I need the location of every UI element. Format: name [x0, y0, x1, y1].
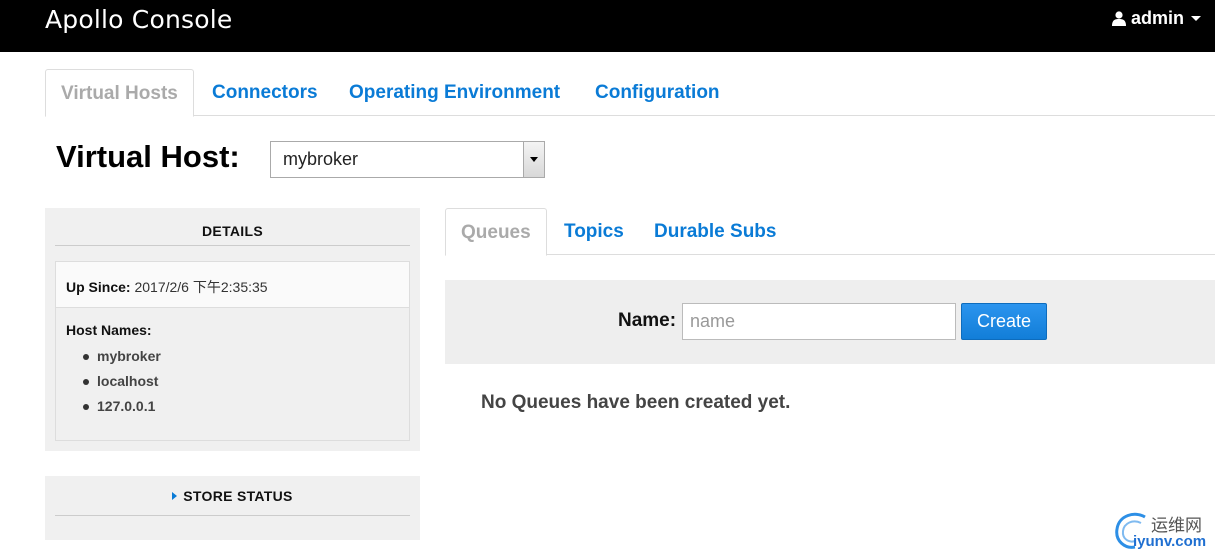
tab-operating-environment[interactable]: Operating Environment: [349, 69, 560, 116]
sub-tabs: Queues Topics Durable Subs: [445, 208, 1215, 256]
virtual-host-label: Virtual Host:: [56, 139, 240, 174]
host-name-item: localhost: [82, 369, 399, 394]
user-name: admin: [1130, 8, 1184, 28]
name-label: Name:: [618, 310, 677, 331]
tab-configuration[interactable]: Configuration: [595, 69, 720, 116]
details-box: Up Since: 2017/2/6 下午2:35:35 Host Names:…: [55, 261, 410, 441]
host-name-item: mybroker: [82, 344, 399, 369]
dropdown-arrow-icon[interactable]: [523, 142, 544, 177]
host-names: Host Names: mybroker localhost 127.0.0.1: [56, 308, 409, 433]
details-title: DETAILS: [55, 208, 410, 246]
virtual-host-selected: mybroker: [283, 149, 359, 169]
top-navbar: Apollo Console admin: [0, 0, 1215, 52]
up-since-row: Up Since: 2017/2/6 下午2:35:35: [56, 262, 409, 308]
details-panel: DETAILS Up Since: 2017/2/6 下午2:35:35 Hos…: [45, 208, 420, 451]
up-since-value: 2017/2/6 下午2:35:35: [134, 279, 268, 295]
store-status-title: STORE STATUS: [183, 487, 293, 504]
host-names-label: Host Names:: [66, 322, 152, 338]
main-tabs: Virtual Hosts Connectors Operating Envir…: [45, 69, 1215, 117]
host-names-list: mybroker localhost 127.0.0.1: [66, 344, 399, 419]
app-brand[interactable]: Apollo Console: [45, 5, 232, 34]
up-since-label: Up Since:: [66, 279, 131, 295]
tab-topics[interactable]: Topics: [564, 208, 624, 255]
tab-queues[interactable]: Queues: [445, 208, 547, 256]
store-status-panel: STORE STATUS: [45, 476, 420, 540]
user-icon: [1111, 10, 1126, 26]
create-queue-bar: Name: Create: [445, 280, 1215, 364]
chevron-down-icon: [1191, 16, 1201, 21]
host-name-item: 127.0.0.1: [82, 394, 399, 419]
tab-durable-subs[interactable]: Durable Subs: [654, 208, 776, 255]
user-menu[interactable]: admin: [1111, 8, 1201, 29]
watermark-en: iyunv.com: [1133, 533, 1207, 550]
store-status-toggle[interactable]: STORE STATUS: [55, 476, 410, 516]
create-button[interactable]: Create: [961, 303, 1047, 340]
queue-name-input[interactable]: [682, 303, 956, 340]
virtual-host-select[interactable]: mybroker: [270, 141, 545, 178]
tab-connectors[interactable]: Connectors: [212, 69, 318, 116]
empty-queues-message: No Queues have been created yet.: [481, 392, 791, 413]
tab-virtual-hosts[interactable]: Virtual Hosts: [45, 69, 194, 117]
watermark-logo: 运维网 iyunv.com: [1111, 509, 1211, 553]
caret-right-icon: [172, 491, 178, 500]
